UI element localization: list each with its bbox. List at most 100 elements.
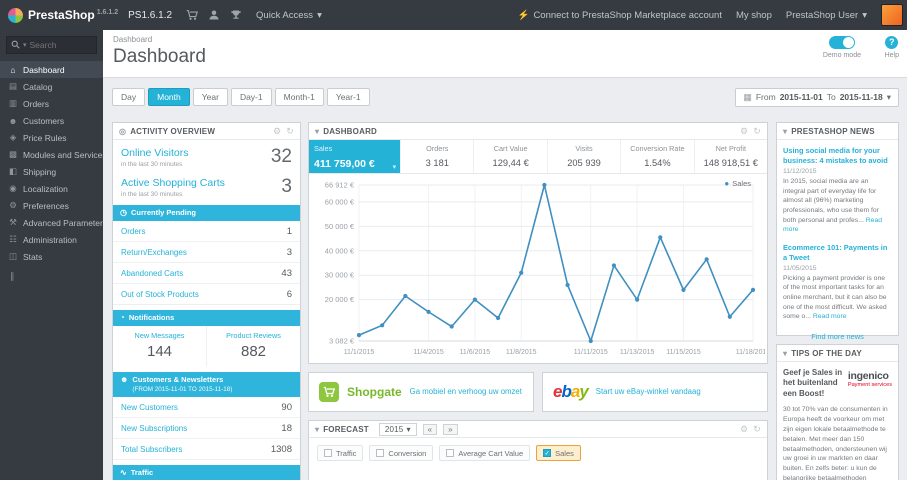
sidebar-item-preferences[interactable]: ⚙ Preferences xyxy=(0,197,103,214)
new-customers-link[interactable]: New Customers xyxy=(121,403,178,412)
svg-text:30 000 €: 30 000 € xyxy=(325,271,355,280)
sidebar-item-advanced-parameters[interactable]: ⚒ Advanced Parameters xyxy=(0,214,103,231)
forecast-next-button[interactable]: » xyxy=(443,423,458,435)
news-panel-title: PRESTASHOP NEWS xyxy=(791,126,875,136)
sales-line-chart: 66 912 € 60 000 € 50 000 € 40 000 € 30 000 €… xyxy=(325,181,765,357)
out-of-stock-link[interactable]: Out of Stock Products xyxy=(121,290,199,299)
demo-mode-toggle[interactable] xyxy=(828,36,855,49)
globe-icon: ◉ xyxy=(9,183,17,193)
forecast-legend-sales[interactable]: ✓ Sales xyxy=(536,445,581,461)
online-visitors-label[interactable]: Online Visitors xyxy=(121,147,189,159)
new-subscriptions-count: 18 xyxy=(281,422,292,434)
filter-day-1-button[interactable]: Day-1 xyxy=(230,88,272,106)
svg-text:11/4/2015: 11/4/2015 xyxy=(413,349,444,356)
sidebar-item-orders[interactable]: ▥ Orders xyxy=(0,95,103,112)
svg-text:11/1/2015: 11/1/2015 xyxy=(344,349,375,356)
forecast-legend-traffic[interactable]: Traffic xyxy=(317,445,364,461)
forecast-legend-conversion[interactable]: Conversion xyxy=(369,445,434,461)
product-reviews-cell[interactable]: Product Reviews 882 xyxy=(206,326,300,367)
filter-year-button[interactable]: Year xyxy=(192,88,228,106)
ebay-promo-link[interactable]: Start uw eBay-winkel vandaag xyxy=(596,387,701,397)
shop-name[interactable]: PS1.6.1.2 xyxy=(128,10,172,21)
forecast-year-select[interactable]: 2015 ▾ xyxy=(378,422,417,436)
kpi-orders[interactable]: Orders 3 181 xyxy=(401,140,475,173)
online-visitors-stat: Online Visitors in the last 30 minutes 3… xyxy=(113,140,300,170)
search-input[interactable] xyxy=(29,40,92,50)
filter-month-button[interactable]: Month xyxy=(148,88,190,106)
cart-icon[interactable] xyxy=(186,9,199,21)
help-icon[interactable]: ? xyxy=(885,36,899,49)
news-article-headline[interactable]: Using social media for your business: 4 … xyxy=(783,146,892,166)
ingenico-logo: ingenico Payment services xyxy=(847,370,892,388)
sidebar-collapse-button[interactable]: ∥ xyxy=(0,271,103,282)
sidebar-item-localization[interactable]: ◉ Localization xyxy=(0,180,103,197)
sidebar: ▾ ⌂ Dashboard ▤ Catalog ▥ Orders ☻ Customers… xyxy=(0,30,103,480)
dashboard-panel-title: DASHBOARD xyxy=(323,126,378,136)
returns-link[interactable]: Return/Exchanges xyxy=(121,248,187,257)
currently-pending-header: ◷ Currently Pending xyxy=(113,205,300,221)
kpi-visits[interactable]: Visits 205 939 xyxy=(548,140,622,173)
gear-icon[interactable]: ⚙ xyxy=(273,126,281,137)
gear-icon[interactable]: ⚙ xyxy=(740,126,748,137)
total-subscribers-row: Total Subscribers 1308 xyxy=(113,439,300,461)
kpi-sales[interactable]: Sales 411 759,00 € ▾ xyxy=(309,140,402,173)
sidebar-item-shipping[interactable]: ◧ Shipping xyxy=(0,163,103,180)
active-carts-stat: Active Shopping Carts in the last 30 min… xyxy=(113,170,300,200)
refresh-icon[interactable]: ↻ xyxy=(753,126,761,137)
my-shop-link[interactable]: My shop xyxy=(736,10,772,21)
online-visitors-value: 32 xyxy=(270,146,292,167)
refresh-icon[interactable]: ↻ xyxy=(753,424,761,435)
sidebar-item-label: Catalog xyxy=(23,81,53,92)
date-range-picker[interactable]: ▦ From 2015-11-01 To 2015-11-18 ▾ xyxy=(735,87,899,107)
forecast-panel-title: FORECAST xyxy=(323,424,369,434)
user-avatar[interactable] xyxy=(881,4,903,26)
sidebar-item-modules[interactable]: ▩ Modules and Services xyxy=(0,146,103,163)
sidebar-item-administration[interactable]: ☷ Administration xyxy=(0,231,103,248)
new-subscriptions-link[interactable]: New Subscriptions xyxy=(121,424,187,433)
out-of-stock-row: Out of Stock Products 6 xyxy=(113,284,300,305)
shopgate-promo-link[interactable]: Ga mobiel en verhoog uw omzet xyxy=(410,387,522,397)
marketplace-connect-link[interactable]: ⚡ Connect to PrestaShop Marketplace accou… xyxy=(518,10,722,21)
tag-icon: ◈ xyxy=(9,132,17,142)
news-article-headline[interactable]: Ecommerce 101: Payments in a Tweet xyxy=(783,243,892,263)
sidebar-item-catalog[interactable]: ▤ Catalog xyxy=(0,78,103,95)
read-more-link[interactable]: Read more xyxy=(813,313,847,320)
trophy-icon[interactable] xyxy=(230,9,242,21)
forecast-prev-button[interactable]: « xyxy=(422,423,438,435)
filter-year-1-button[interactable]: Year-1 xyxy=(326,88,370,106)
gear-icon[interactable]: ⚙ xyxy=(740,424,748,435)
returns-count: 3 xyxy=(286,246,292,258)
sidebar-item-stats[interactable]: ◫ Stats xyxy=(0,248,103,265)
svg-text:20 000 €: 20 000 € xyxy=(325,295,355,304)
main-menu: ⌂ Dashboard ▤ Catalog ▥ Orders ☻ Customers ◈… xyxy=(0,61,103,265)
forecast-legend-average-cart-value[interactable]: Average Cart Value xyxy=(439,445,531,461)
total-subscribers-link[interactable]: Total Subscribers xyxy=(121,445,182,454)
sidebar-item-price-rules[interactable]: ◈ Price Rules xyxy=(0,129,103,146)
chart-legend[interactable]: ● Sales xyxy=(724,179,751,188)
kpi-cart-value[interactable]: Cart Value 129,44 € xyxy=(474,140,548,173)
checkbox-icon xyxy=(376,449,385,457)
chevron-down-icon[interactable]: ▾ xyxy=(23,41,27,49)
abandoned-carts-link[interactable]: Abandoned Carts xyxy=(121,269,183,278)
online-visitors-sub: in the last 30 minutes xyxy=(121,161,183,168)
calendar-icon: ▦ xyxy=(743,91,752,102)
user-menu[interactable]: PrestaShop User ▾ xyxy=(786,10,867,21)
chart-icon: ◫ xyxy=(8,251,18,261)
kpi-conversion-rate[interactable]: Conversion Rate 1.54% xyxy=(621,140,695,173)
filter-day-button[interactable]: Day xyxy=(112,88,146,106)
orders-link[interactable]: Orders xyxy=(121,227,145,236)
kpi-net-profit[interactable]: Net Profit 148 918,51 € xyxy=(695,140,767,173)
active-carts-label[interactable]: Active Shopping Carts xyxy=(121,177,225,189)
quick-access-menu[interactable]: Quick Access ▾ xyxy=(256,10,322,21)
ebay-promo-card[interactable]: ebay Start uw eBay-winkel vandaag xyxy=(542,372,768,412)
refresh-icon[interactable]: ↻ xyxy=(286,126,294,137)
shopgate-promo-card[interactable]: Shopgate Ga mobiel en verhoog uw omzet xyxy=(308,372,534,412)
user-icon[interactable] xyxy=(208,9,220,21)
sidebar-item-dashboard[interactable]: ⌂ Dashboard xyxy=(0,61,103,78)
filter-month-1-button[interactable]: Month-1 xyxy=(274,88,324,106)
truck-icon: ◧ xyxy=(8,166,18,176)
sidebar-item-label: Modules and Services xyxy=(23,149,103,160)
sidebar-item-customers[interactable]: ☻ Customers xyxy=(0,112,103,129)
new-messages-cell[interactable]: New Messages 144 xyxy=(113,326,206,367)
sidebar-search[interactable]: ▾ xyxy=(6,36,97,54)
